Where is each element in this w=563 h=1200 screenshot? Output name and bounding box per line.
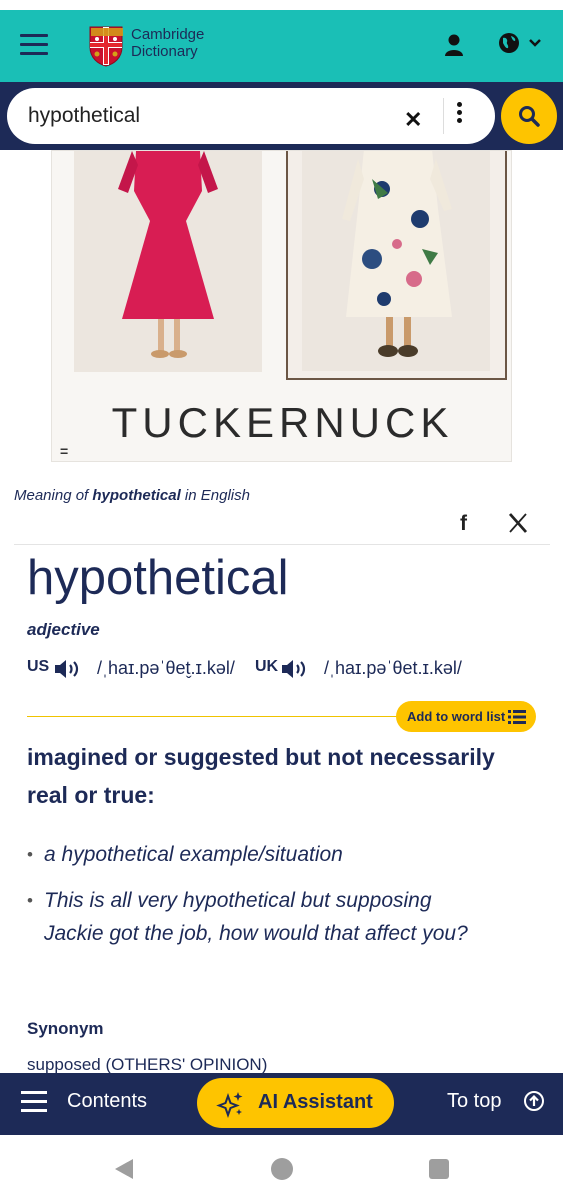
back-icon[interactable] — [112, 1157, 136, 1181]
search-input-value[interactable]: hypothetical — [28, 104, 140, 128]
sparkle-icon — [216, 1092, 243, 1118]
ad-photo-red-dress — [74, 151, 262, 372]
ad-brand-name: TUCKERNUCK — [111, 399, 454, 446]
brand-name[interactable]: Cambridge Dictionary — [131, 26, 204, 60]
section-rule — [27, 716, 427, 717]
meaning-word: hypothetical — [92, 487, 181, 504]
search-icon — [519, 106, 540, 127]
search-input[interactable]: hypothetical ✕ — [7, 88, 495, 144]
meaning-caption: Meaning of hypothetical in English — [14, 487, 250, 504]
ai-assistant-button[interactable]: AI Assistant — [197, 1078, 394, 1128]
status-bar-area — [0, 0, 563, 10]
android-nav-bar — [0, 1135, 563, 1200]
search-button[interactable] — [501, 88, 557, 144]
menu-icon[interactable] — [20, 34, 48, 56]
search-divider — [443, 98, 444, 134]
contents-button[interactable]: Contents — [67, 1090, 147, 1113]
us-label: US — [27, 658, 50, 675]
add-to-word-list-button[interactable]: Add to word list — [396, 701, 536, 732]
brand-line-2: Dictionary — [131, 43, 198, 60]
advertisement[interactable]: TUCKERNUCK = — [51, 150, 512, 462]
brand-line-1: Cambridge — [131, 26, 205, 43]
headword: hypothetical — [27, 551, 289, 605]
to-top-button[interactable]: To top — [447, 1090, 501, 1113]
facebook-icon[interactable]: f — [460, 512, 467, 536]
part-of-speech: adjective — [27, 620, 100, 639]
us-pronunciation: /ˌhaɪ.pəˈθet̬.ɪ.kəl/ — [97, 658, 235, 678]
x-icon[interactable] — [507, 512, 529, 534]
uk-label: UK — [255, 658, 279, 675]
meaning-suffix: in English — [184, 487, 250, 504]
arrow-up-circle-icon[interactable] — [523, 1090, 545, 1112]
home-icon[interactable] — [270, 1157, 294, 1181]
ad-choices-badge[interactable]: = — [60, 443, 68, 459]
site-header: Cambridge Dictionary — [0, 10, 563, 82]
meaning-prefix: Meaning of — [14, 487, 89, 504]
globe-icon — [499, 33, 519, 53]
add-to-word-list-label: Add to word list — [407, 709, 506, 724]
bullet: • — [27, 891, 33, 910]
example-sentence: • This is all very hypothetical but supp… — [27, 884, 474, 950]
clear-icon[interactable]: ✕ — [404, 107, 422, 133]
synonym-heading: Synonym — [27, 1019, 104, 1038]
divider — [14, 544, 550, 545]
contents-menu-icon[interactable] — [21, 1091, 47, 1113]
bullet: • — [27, 845, 33, 864]
cambridge-crest-logo[interactable] — [88, 25, 124, 67]
definition: imagined or suggested but not necessaril… — [27, 744, 495, 808]
example-text: This is all very hypothetical but suppos… — [44, 889, 468, 945]
example-text: a hypothetical example/situation — [44, 843, 343, 866]
ad-photo-floral-dress — [286, 151, 507, 380]
list-icon — [508, 710, 526, 724]
us-audio-speaker-icon[interactable] — [53, 657, 81, 681]
example-sentence: • a hypothetical example/situation — [27, 838, 474, 871]
synonym-link[interactable]: supposed (OTHERS' OPINION) — [27, 1055, 267, 1075]
ai-assistant-label: AI Assistant — [258, 1091, 373, 1113]
more-options-icon[interactable] — [457, 102, 463, 128]
chevron-down-icon — [529, 39, 541, 47]
search-bar: hypothetical ✕ — [0, 82, 563, 150]
recents-icon[interactable] — [428, 1158, 450, 1180]
language-selector[interactable] — [498, 32, 546, 56]
uk-pronunciation: /ˌhaɪ.pəˈθet.ɪ.kəl/ — [324, 658, 462, 678]
user-icon[interactable] — [444, 32, 464, 60]
bottom-toolbar: Contents AI Assistant To top — [0, 1073, 563, 1135]
uk-audio-speaker-icon[interactable] — [280, 657, 308, 681]
